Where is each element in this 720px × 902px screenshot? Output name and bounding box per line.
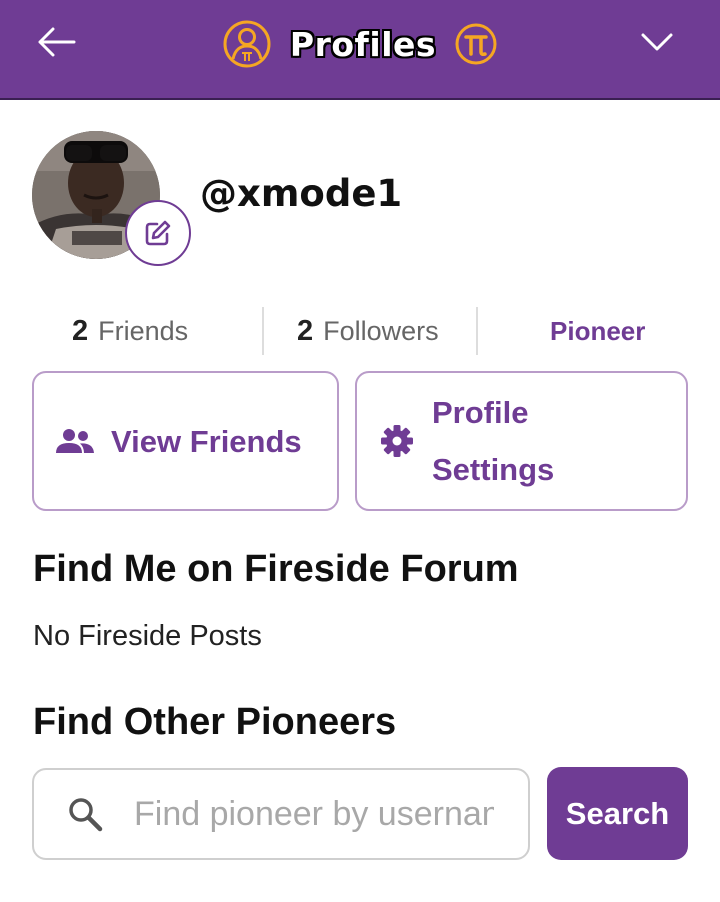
profile-settings-line2: Settings — [432, 452, 555, 487]
stat-divider — [262, 307, 264, 355]
search-icon — [69, 798, 103, 832]
friends-label: Friends — [98, 315, 189, 346]
profile-settings-label: Profile Settings — [432, 384, 554, 498]
gear-icon — [381, 425, 413, 457]
search-input[interactable] — [134, 794, 494, 834]
edit-avatar-button[interactable] — [125, 200, 191, 266]
view-friends-button[interactable]: View Friends — [32, 371, 339, 511]
profile-settings-button[interactable]: Profile Settings — [355, 371, 688, 511]
friends-count: 2 — [72, 314, 89, 347]
page-title: Profiles — [289, 24, 437, 64]
view-friends-label: View Friends — [111, 423, 302, 459]
pi-coin-icon — [455, 23, 497, 65]
friends-stat[interactable]: 2 Friends — [72, 305, 188, 357]
header-title-group: Profiles — [0, 14, 720, 74]
find-pioneers-heading: Find Other Pioneers — [33, 701, 397, 743]
fireside-heading: Find Me on Fireside Forum — [33, 548, 519, 590]
search-button[interactable]: Search — [547, 767, 688, 860]
followers-stat[interactable]: 2 Followers — [297, 305, 439, 357]
role-badge: Pioneer — [550, 315, 646, 346]
followers-label: Followers — [323, 315, 439, 346]
edit-pencil-icon — [145, 220, 171, 246]
stat-divider — [476, 307, 478, 355]
followers-count: 2 — [297, 314, 314, 347]
search-field[interactable] — [32, 768, 530, 860]
profile-settings-line1: Profile — [432, 395, 529, 430]
fireside-empty-text: No Fireside Posts — [33, 620, 262, 652]
header-menu-button[interactable] — [634, 22, 680, 62]
profile-stats: 2 Friends 2 Followers Pioneer — [0, 305, 720, 357]
username: @xmode1 — [200, 172, 403, 215]
profile-pi-icon — [223, 20, 271, 68]
people-icon — [56, 429, 94, 453]
top-bar: Profiles — [0, 0, 720, 100]
chevron-down-icon — [641, 33, 673, 51]
